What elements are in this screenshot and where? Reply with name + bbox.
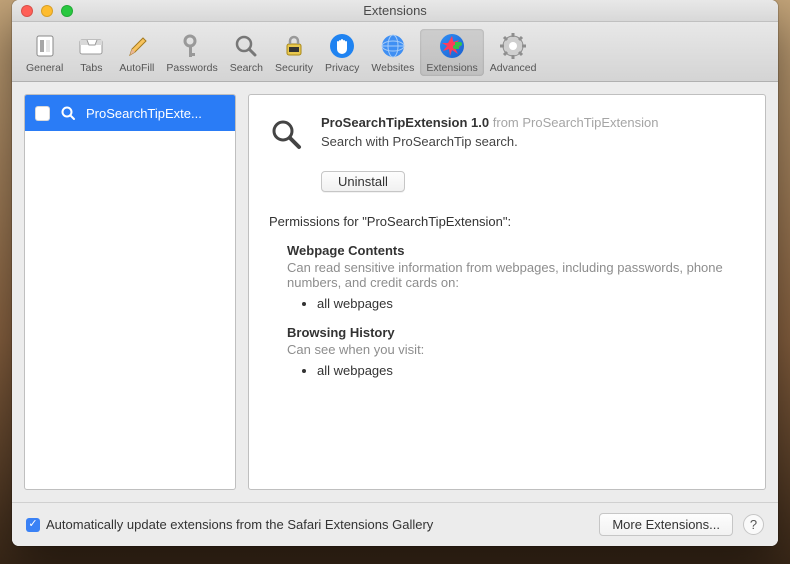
tab-security[interactable]: Security bbox=[269, 29, 319, 76]
tab-extensions[interactable]: Extensions bbox=[420, 29, 483, 76]
extension-name: ProSearchTipExte... bbox=[86, 106, 202, 121]
window-title: Extensions bbox=[12, 3, 778, 18]
traffic-lights bbox=[21, 5, 73, 17]
lock-icon bbox=[279, 31, 309, 61]
more-extensions-button[interactable]: More Extensions... bbox=[599, 513, 733, 536]
extension-enable-checkbox[interactable] bbox=[35, 106, 50, 121]
titlebar: Extensions bbox=[12, 0, 778, 22]
search-icon bbox=[60, 105, 76, 121]
auto-update-label: Automatically update extensions from the… bbox=[46, 517, 433, 532]
tab-passwords[interactable]: Passwords bbox=[160, 29, 223, 76]
hand-icon bbox=[327, 31, 357, 61]
content: ProSearchTipExte... ProSearchTipExtensio… bbox=[12, 82, 778, 502]
tab-tabs[interactable]: Tabs bbox=[69, 29, 113, 76]
tabs-icon bbox=[76, 31, 106, 61]
tab-websites[interactable]: Websites bbox=[365, 29, 420, 76]
permission-scope: all webpages bbox=[317, 363, 745, 378]
footer: ✓ Automatically update extensions from t… bbox=[12, 502, 778, 546]
toolbar: General Tabs AutoFill Passwords Search bbox=[12, 22, 778, 82]
extensions-list: ProSearchTipExte... bbox=[24, 94, 236, 490]
help-button[interactable]: ? bbox=[743, 514, 764, 535]
pencil-icon bbox=[122, 31, 152, 61]
preferences-window: Extensions General Tabs AutoFill Passwor… bbox=[12, 0, 778, 546]
extension-list-item[interactable]: ProSearchTipExte... bbox=[25, 95, 235, 131]
globe-icon bbox=[378, 31, 408, 61]
gear-icon bbox=[498, 31, 528, 61]
extension-title: ProSearchTipExtension 1.0 from ProSearch… bbox=[321, 115, 658, 130]
tab-privacy[interactable]: Privacy bbox=[319, 29, 365, 76]
switch-icon bbox=[30, 31, 60, 61]
close-icon[interactable] bbox=[21, 5, 33, 17]
permission-webpage-contents: Webpage Contents Can read sensitive info… bbox=[287, 243, 745, 311]
key-icon bbox=[177, 31, 207, 61]
minimize-icon[interactable] bbox=[41, 5, 53, 17]
tab-search[interactable]: Search bbox=[224, 29, 269, 76]
extension-detail: ProSearchTipExtension 1.0 from ProSearch… bbox=[248, 94, 766, 490]
permission-scope: all webpages bbox=[317, 296, 745, 311]
tab-advanced[interactable]: Advanced bbox=[484, 29, 543, 76]
maximize-icon[interactable] bbox=[61, 5, 73, 17]
uninstall-button[interactable]: Uninstall bbox=[321, 171, 405, 192]
permissions-header: Permissions for "ProSearchTipExtension": bbox=[269, 214, 745, 229]
tab-general[interactable]: General bbox=[20, 29, 69, 76]
permission-browsing-history: Browsing History Can see when you visit:… bbox=[287, 325, 745, 378]
puzzle-icon bbox=[437, 31, 467, 61]
tab-autofill[interactable]: AutoFill bbox=[113, 29, 160, 76]
extension-source: from ProSearchTipExtension bbox=[493, 115, 659, 130]
extension-description: Search with ProSearchTip search. bbox=[321, 134, 658, 149]
auto-update-checkbox[interactable]: ✓ Automatically update extensions from t… bbox=[26, 517, 433, 532]
check-icon: ✓ bbox=[26, 518, 40, 532]
search-icon bbox=[231, 31, 261, 61]
search-icon bbox=[269, 117, 303, 151]
